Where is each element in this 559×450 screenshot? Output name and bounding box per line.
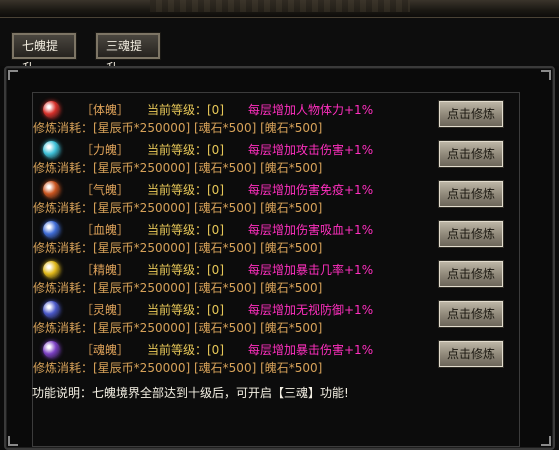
top-ornament (150, 0, 410, 12)
corner-ornament (8, 436, 18, 446)
cultivate-cost: 修炼消耗：[星辰币*250000] [魂石*500] [魄石*500] (33, 281, 323, 295)
cultivate-cost: 修炼消耗：[星辰币*250000] [魂石*500] [魄石*500] (33, 241, 323, 255)
po-row-hun: ［魂魄］ 当前等级：[0] 每层增加暴击伤害+1% 修炼消耗：[星辰币*250000]… (33, 337, 521, 377)
tab-bar: 七魄提升 三魂提升 (0, 18, 559, 75)
cultivate-cost: 修炼消耗：[星辰币*250000] [魂石*500] [魄石*500] (33, 201, 323, 215)
po-row-qi: ［气魄］ 当前等级：[0] 每层增加伤害免疫+1% 修炼消耗：[星辰币*250000]… (33, 177, 521, 217)
bonus-text: 每层增加攻击伤害+1% (248, 143, 374, 157)
bonus-text: 每层增加无视防御+1% (248, 303, 374, 317)
top-frame (0, 0, 559, 18)
function-note: 功能说明：七魄境界全部达到十级后，可开启【三魂】功能! (32, 386, 349, 400)
corner-ornament (541, 70, 551, 80)
cultivate-button[interactable]: 点击修炼 (438, 100, 504, 128)
current-level: 当前等级：[0] (147, 183, 224, 197)
tab-three-hun[interactable]: 三魂提升 (95, 32, 161, 75)
orb-icon (43, 181, 60, 198)
po-name: ［血魄］ (81, 223, 130, 237)
po-name: ［气魄］ (81, 183, 130, 197)
bonus-text: 每层增加暴击几率+1% (248, 263, 374, 277)
cultivate-button[interactable]: 点击修炼 (438, 140, 504, 168)
cultivate-cost: 修炼消耗：[星辰币*250000] [魂石*500] [魄石*500] (33, 161, 323, 175)
bonus-text: 每层增加暴击伤害+1% (248, 343, 374, 357)
bonus-text: 每层增加人物体力+1% (248, 103, 374, 117)
cultivate-cost: 修炼消耗：[星辰币*250000] [魂石*500] [魄石*500] (33, 121, 323, 135)
po-name: ［力魄］ (81, 143, 130, 157)
po-row-ling: ［灵魄］ 当前等级：[0] 每层增加无视防御+1% 修炼消耗：[星辰币*250000]… (33, 297, 521, 337)
po-row-jing: ［精魄］ 当前等级：[0] 每层增加暴击几率+1% 修炼消耗：[星辰币*250000]… (33, 257, 521, 297)
tab-seven-po[interactable]: 七魄提升 (11, 32, 77, 75)
cultivate-button[interactable]: 点击修炼 (438, 220, 504, 248)
corner-ornament (8, 70, 18, 80)
cultivate-button[interactable]: 点击修炼 (438, 300, 504, 328)
po-name: ［灵魄］ (81, 303, 130, 317)
cultivate-button[interactable]: 点击修炼 (438, 180, 504, 208)
orb-icon (43, 261, 60, 278)
po-name: ［魂魄］ (81, 343, 130, 357)
po-row-ti: ［体魄］ 当前等级：[0] 每层增加人物体力+1% 修炼消耗：[星辰币*250000]… (33, 97, 521, 137)
corner-ornament (541, 436, 551, 446)
po-name: ［精魄］ (81, 263, 130, 277)
current-level: 当前等级：[0] (147, 303, 224, 317)
orb-icon (43, 221, 60, 238)
current-level: 当前等级：[0] (147, 343, 224, 357)
cultivate-button[interactable]: 点击修炼 (438, 260, 504, 288)
po-row-xue: ［血魄］ 当前等级：[0] 每层增加伤害吸血+1% 修炼消耗：[星辰币*250000]… (33, 217, 521, 257)
current-level: 当前等级：[0] (147, 223, 224, 237)
cultivate-button[interactable]: 点击修炼 (438, 340, 504, 368)
orb-icon (43, 341, 60, 358)
bonus-text: 每层增加伤害吸血+1% (248, 223, 374, 237)
orb-icon (43, 141, 60, 158)
cultivate-cost: 修炼消耗：[星辰币*250000] [魂石*500] [魄石*500] (33, 361, 323, 375)
bonus-text: 每层增加伤害免疫+1% (248, 183, 374, 197)
po-row-li: ［力魄］ 当前等级：[0] 每层增加攻击伤害+1% 修炼消耗：[星辰币*250000]… (33, 137, 521, 177)
orb-icon (43, 101, 60, 118)
current-level: 当前等级：[0] (147, 143, 224, 157)
orb-icon (43, 301, 60, 318)
po-name: ［体魄］ (81, 103, 130, 117)
current-level: 当前等级：[0] (147, 263, 224, 277)
cultivate-cost: 修炼消耗：[星辰币*250000] [魂石*500] [魄石*500] (33, 321, 323, 335)
current-level: 当前等级：[0] (147, 103, 224, 117)
